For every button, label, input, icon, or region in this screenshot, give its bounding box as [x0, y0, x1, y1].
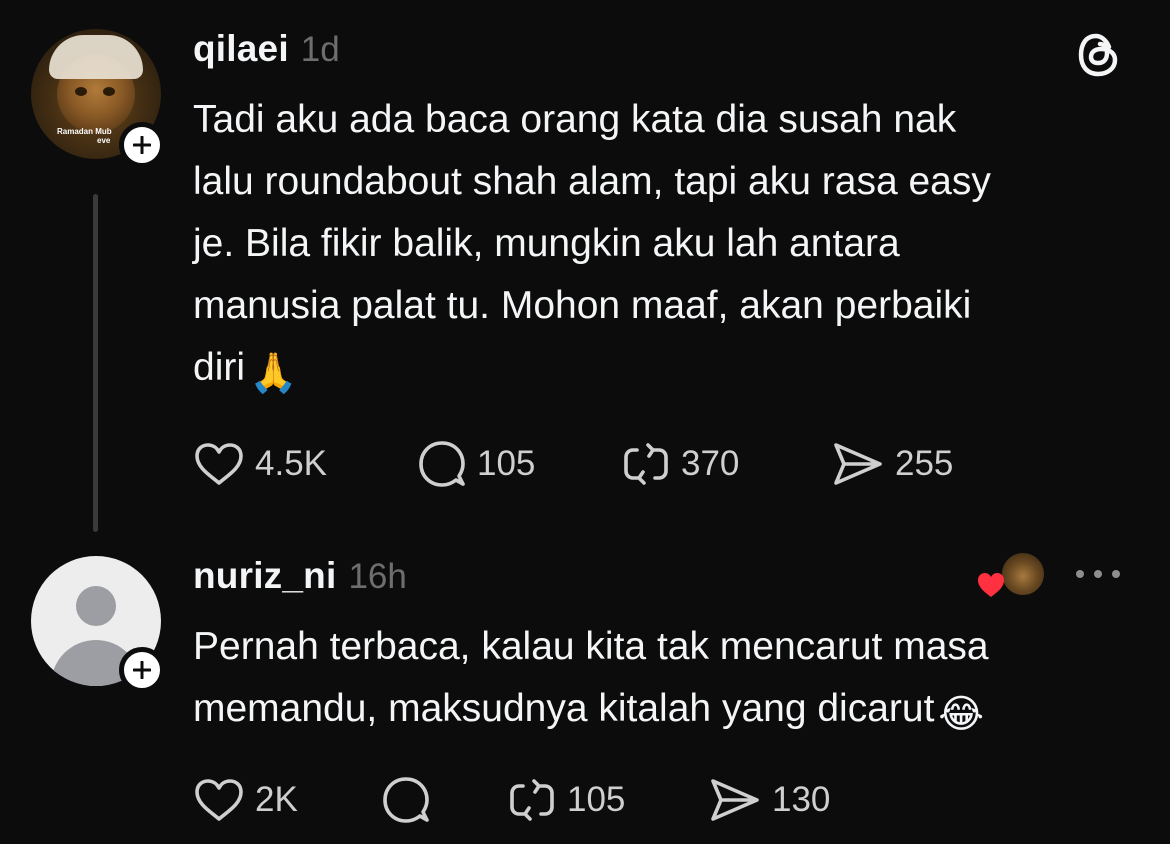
repost-icon	[510, 779, 554, 821]
default-avatar-head	[76, 586, 116, 626]
liked-by-author	[976, 551, 1048, 603]
repost-button[interactable]: 105	[507, 776, 625, 824]
author-mini-avatar	[1000, 551, 1046, 597]
reply-count: 105	[477, 444, 536, 483]
post-text: Pernah terbaca, kalau kita tak mencarut …	[193, 625, 989, 730]
laughing-emoji: 😂	[938, 693, 984, 736]
liked-heart-icon	[978, 573, 1004, 597]
username[interactable]: nuriz_ni	[193, 555, 336, 597]
like-count: 2K	[255, 780, 298, 819]
heart-icon	[195, 779, 243, 821]
comment-icon	[419, 441, 465, 487]
post-qilaei: Ramadan Mub eve qilaei 1d Tadi aku ada b…	[0, 0, 1170, 540]
share-button[interactable]: 130	[708, 776, 830, 824]
share-button[interactable]: 255	[831, 440, 953, 488]
like-button[interactable]: 2K	[193, 776, 298, 824]
share-count: 255	[895, 444, 954, 483]
post-header: qilaei 1d	[193, 28, 340, 78]
reply-button[interactable]	[381, 776, 441, 824]
like-button[interactable]: 4.5K	[193, 440, 327, 488]
comment-icon	[383, 777, 429, 823]
avatar-cat-eye-left	[75, 87, 87, 96]
timestamp: 16h	[348, 557, 407, 596]
repost-icon	[624, 443, 668, 485]
reply-button[interactable]: 105	[417, 440, 535, 488]
post-header: nuriz_ni 16h	[193, 555, 407, 605]
like-count: 4.5K	[255, 444, 327, 483]
post-text: Tadi aku ada baca orang kata dia susah n…	[193, 98, 991, 389]
thread-line	[93, 194, 98, 532]
follow-button[interactable]	[119, 122, 165, 168]
avatar-cat-cap	[49, 35, 143, 79]
share-icon	[711, 779, 759, 821]
avatar-caption: Ramadan Mub	[57, 127, 112, 136]
threads-logo-icon[interactable]	[1076, 32, 1122, 78]
share-count: 130	[772, 780, 831, 819]
post-body: Pernah terbaca, kalau kita tak mencarut …	[193, 616, 1143, 746]
post-body: Tadi aku ada baca orang kata dia susah n…	[193, 89, 1143, 405]
plus-icon	[133, 136, 151, 154]
avatar-cat-eye-right	[103, 87, 115, 96]
heart-icon	[195, 443, 243, 485]
follow-button[interactable]	[119, 647, 165, 693]
timestamp: 1d	[300, 30, 340, 69]
username[interactable]: qilaei	[193, 28, 289, 70]
pray-emoji: 🙏	[249, 352, 298, 395]
repost-button[interactable]: 370	[621, 440, 739, 488]
repost-count: 370	[681, 444, 740, 483]
post-nuriz-ni: nuriz_ni 16h Pernah terbaca, kalau kita …	[0, 540, 1170, 844]
avatar-caption-2: eve	[97, 136, 111, 145]
plus-icon	[133, 661, 151, 679]
share-icon	[834, 443, 882, 485]
more-icon[interactable]	[1072, 564, 1124, 584]
repost-count: 105	[567, 780, 626, 819]
